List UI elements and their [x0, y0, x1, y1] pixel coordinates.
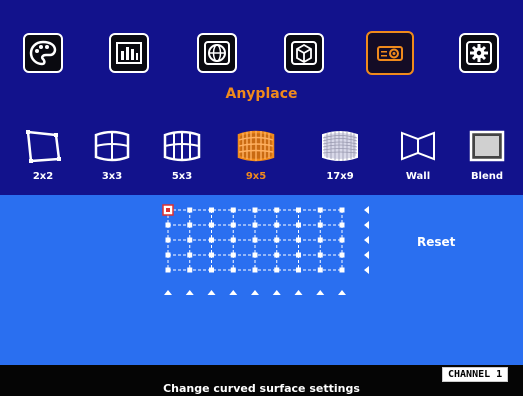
- control-point[interactable]: [317, 267, 323, 273]
- control-point[interactable]: [165, 222, 171, 228]
- control-point[interactable]: [187, 252, 193, 258]
- control-point[interactable]: [274, 222, 280, 228]
- control-point[interactable]: [187, 237, 193, 243]
- column-arrow-icon[interactable]: [207, 290, 216, 295]
- control-point[interactable]: [209, 252, 214, 258]
- warp-point-grid[interactable]: [0, 0, 523, 396]
- control-point[interactable]: [252, 267, 258, 273]
- row-arrow-icon[interactable]: [364, 266, 369, 274]
- column-arrow-icon[interactable]: [229, 290, 238, 295]
- control-point[interactable]: [252, 207, 258, 213]
- control-point[interactable]: [317, 237, 323, 243]
- control-point[interactable]: [209, 267, 214, 273]
- row-arrow-icon[interactable]: [364, 251, 369, 259]
- column-arrow-icon[interactable]: [164, 290, 172, 295]
- control-point[interactable]: [317, 252, 323, 258]
- control-point[interactable]: [252, 222, 258, 228]
- control-point[interactable]: [230, 267, 236, 273]
- control-point[interactable]: [187, 222, 193, 228]
- channel-badge: CHANNEL 1: [442, 367, 509, 382]
- row-arrow-icon[interactable]: [364, 206, 369, 214]
- control-point[interactable]: [252, 252, 258, 258]
- control-point[interactable]: [339, 237, 345, 243]
- column-arrow-icon[interactable]: [294, 290, 303, 295]
- control-point[interactable]: [296, 222, 301, 228]
- control-point[interactable]: [317, 222, 323, 228]
- control-point[interactable]: [296, 237, 301, 243]
- control-point[interactable]: [252, 237, 258, 243]
- control-point[interactable]: [339, 207, 345, 213]
- control-point[interactable]: [274, 237, 280, 243]
- row-arrow-icon[interactable]: [364, 221, 369, 229]
- column-arrow-icon[interactable]: [272, 290, 281, 295]
- control-point[interactable]: [274, 267, 280, 273]
- column-arrow-icon[interactable]: [185, 290, 194, 295]
- row-arrow-icon[interactable]: [364, 236, 369, 244]
- control-point[interactable]: [165, 252, 171, 258]
- control-point[interactable]: [209, 207, 214, 213]
- control-point[interactable]: [209, 237, 214, 243]
- control-point[interactable]: [187, 207, 193, 213]
- selected-control-point-center[interactable]: [166, 208, 170, 212]
- control-point[interactable]: [296, 267, 301, 273]
- column-arrow-icon[interactable]: [316, 290, 325, 295]
- control-point[interactable]: [187, 267, 193, 273]
- control-point[interactable]: [339, 252, 345, 258]
- control-point[interactable]: [339, 222, 345, 228]
- control-point[interactable]: [296, 207, 301, 213]
- control-point[interactable]: [339, 267, 345, 273]
- control-point[interactable]: [274, 252, 280, 258]
- control-point[interactable]: [317, 207, 323, 213]
- control-point[interactable]: [230, 252, 236, 258]
- reset-button[interactable]: Reset: [417, 235, 455, 249]
- column-arrow-icon[interactable]: [338, 290, 346, 295]
- hint-text: Change curved surface settings: [163, 382, 360, 395]
- control-point[interactable]: [274, 207, 280, 213]
- control-point[interactable]: [165, 267, 171, 273]
- control-point[interactable]: [230, 222, 236, 228]
- control-point[interactable]: [209, 222, 214, 228]
- control-point[interactable]: [230, 207, 236, 213]
- control-point[interactable]: [296, 252, 301, 258]
- column-arrow-icon[interactable]: [251, 290, 259, 295]
- control-point[interactable]: [230, 237, 236, 243]
- control-point[interactable]: [165, 237, 171, 243]
